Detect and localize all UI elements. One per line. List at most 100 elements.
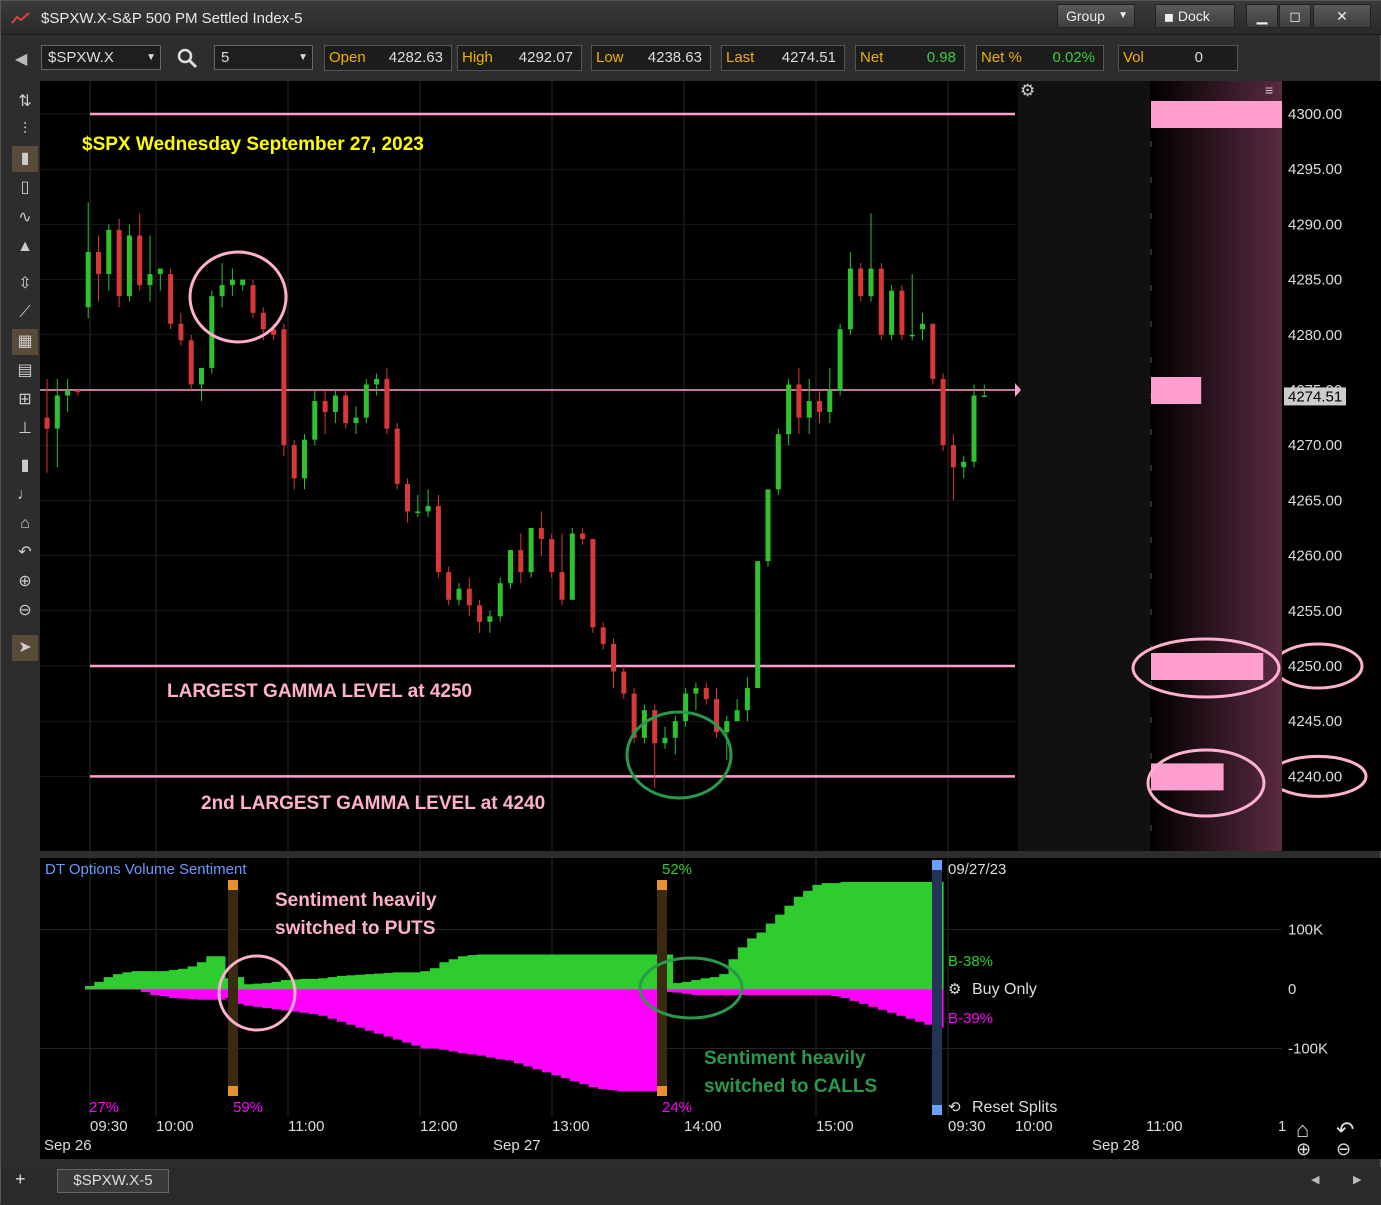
sentiment-bar	[392, 972, 403, 989]
candle-body	[199, 367, 204, 385]
cursor-crosshair-icon[interactable]: ⇅	[12, 89, 38, 115]
hollow-candle-icon[interactable]: ▯	[12, 175, 38, 201]
candle-body	[65, 390, 71, 396]
candle-body	[580, 533, 586, 540]
sentiment-bar	[812, 989, 823, 995]
sentiment-bar	[859, 881, 869, 989]
app-logo-icon	[11, 12, 30, 24]
sentiment-bar	[243, 989, 254, 1006]
sentiment-bar	[532, 989, 543, 1070]
home-icon[interactable]: ⌂	[12, 511, 38, 537]
candle-body	[611, 643, 616, 672]
scroll-right-icon[interactable]: ▶	[1353, 1173, 1361, 1186]
dock-button[interactable]: ◼ Dock	[1155, 4, 1235, 28]
pct-label: 52%	[662, 861, 692, 878]
add-tab-icon[interactable]: +	[15, 1169, 26, 1190]
sentiment-bar	[831, 883, 842, 989]
price-chart-panel[interactable]: $SPX Wednesday September 27, 2023 LARGEST…	[40, 81, 1282, 851]
pct-label: B-39%	[948, 1010, 993, 1027]
sentiment-bar	[439, 962, 450, 989]
candle-body	[353, 417, 359, 424]
time-axis[interactable]: Sep 26 09:30 10:00 11:00 12:00 Sep 27 13…	[40, 1117, 1381, 1159]
quote-label: Net	[860, 49, 884, 66]
split-marker	[657, 880, 667, 1092]
sentiment-bar	[905, 881, 916, 989]
sentiment-bar	[168, 989, 179, 998]
candle-body	[569, 533, 575, 600]
close-button[interactable]: ✕	[1313, 4, 1371, 28]
area-chart-icon[interactable]: ▲	[12, 234, 38, 260]
back-arrow-icon[interactable]: ◀	[15, 49, 27, 69]
interval-input[interactable]: 5 ▼	[214, 45, 313, 70]
minimize-button[interactable]: ▁	[1246, 4, 1278, 28]
candle-body	[755, 561, 761, 689]
indicator-title: DT Options Volume Sentiment	[45, 861, 247, 878]
pct-label: 27%	[89, 1099, 119, 1116]
menu-icon: ≡	[1265, 82, 1273, 98]
sentiment-bar	[551, 954, 562, 989]
table-icon[interactable]: ▤	[12, 358, 38, 384]
search-icon[interactable]	[177, 48, 199, 70]
sentiment-bar	[94, 981, 105, 989]
candle-body	[868, 268, 874, 297]
sentiment-bar	[896, 989, 907, 1016]
maximize-button[interactable]: ◻	[1279, 4, 1311, 28]
pointer-icon[interactable]: ➤	[12, 635, 38, 661]
dock-icon: ◼	[1164, 10, 1174, 24]
sentiment-panel[interactable]: DT Options Volume Sentiment 27% 59% 52% 24% 0…	[40, 858, 1282, 1117]
note-icon[interactable]: ♩	[12, 482, 38, 508]
line-chart-icon[interactable]: ∿	[12, 205, 38, 231]
price-chart: $SPX Wednesday September 27, 2023 LARGEST…	[40, 81, 1282, 851]
symbol-input[interactable]: $SPXW.X ▼	[41, 45, 161, 70]
split-icon[interactable]: ⊞	[12, 387, 38, 413]
undo-icon[interactable]: ↶	[12, 540, 38, 566]
sentiment-bar	[887, 989, 897, 1013]
sentiment-bar	[765, 989, 776, 995]
ohlc-bar-icon[interactable]: ⫶	[12, 117, 38, 143]
quote-value: 4274.51	[781, 49, 836, 66]
highlight-circle	[188, 250, 288, 344]
gear-icon: ⚙	[948, 981, 961, 998]
candle-body	[518, 550, 524, 573]
maximize-icon: ◻	[1289, 8, 1301, 24]
price-axis[interactable]: 4300.004295.004290.004285.004280.004275.…	[1268, 81, 1381, 851]
sentiment-bar	[280, 980, 291, 989]
zoom-in-icon[interactable]: ⊕	[1296, 1139, 1311, 1160]
candle-body	[600, 627, 606, 644]
sentiment-bar	[541, 989, 552, 1073]
sentiment-bar	[700, 978, 711, 989]
chevron-down-icon[interactable]: ▼	[298, 46, 308, 69]
reset-icon: ⟲	[948, 1099, 961, 1116]
price-marker-icon[interactable]: ▮	[12, 453, 38, 479]
zoom-out-icon[interactable]: ⊖	[1336, 1139, 1351, 1160]
candle-body	[549, 539, 555, 573]
grid-icon[interactable]: ▦	[12, 329, 38, 355]
scroll-left-icon[interactable]: ◀	[1311, 1173, 1319, 1186]
sentiment-bar	[504, 989, 515, 1061]
candlestick-icon[interactable]: ▮	[12, 146, 38, 172]
draw-line-icon[interactable]: ⟋	[12, 300, 38, 326]
sentiment-bar	[243, 984, 254, 989]
candle-body	[724, 721, 730, 733]
sentiment-bar	[859, 989, 869, 1004]
sentiment-bar	[439, 989, 450, 1050]
candle-body	[508, 550, 513, 584]
price-tick: 4240.00	[1288, 768, 1342, 785]
sentiment-bar	[271, 981, 282, 989]
candle-body	[435, 505, 441, 573]
group-button[interactable]: Group ▼	[1057, 4, 1135, 28]
crosshair-icon[interactable]: ⊥	[12, 416, 38, 442]
candle-body	[446, 572, 452, 600]
zoom-in-icon[interactable]: ⊕	[12, 569, 38, 595]
chevron-down-icon[interactable]: ▼	[146, 46, 156, 69]
sentiment-axis[interactable]: 100K 0 -100K	[1282, 858, 1381, 1117]
candle-body	[312, 401, 318, 440]
fit-vertical-icon[interactable]: ⇳	[12, 271, 38, 297]
sentiment-annotation: switched to CALLS	[704, 1076, 877, 1097]
gamma-zone	[1150, 81, 1282, 851]
sentiment-bar	[467, 989, 478, 1055]
zoom-out-icon[interactable]: ⊖	[12, 598, 38, 624]
chart-tab[interactable]: $SPXW.X-5	[57, 1169, 169, 1193]
sentiment-bar	[308, 978, 319, 989]
time-tick: 11:00	[1146, 1118, 1183, 1135]
